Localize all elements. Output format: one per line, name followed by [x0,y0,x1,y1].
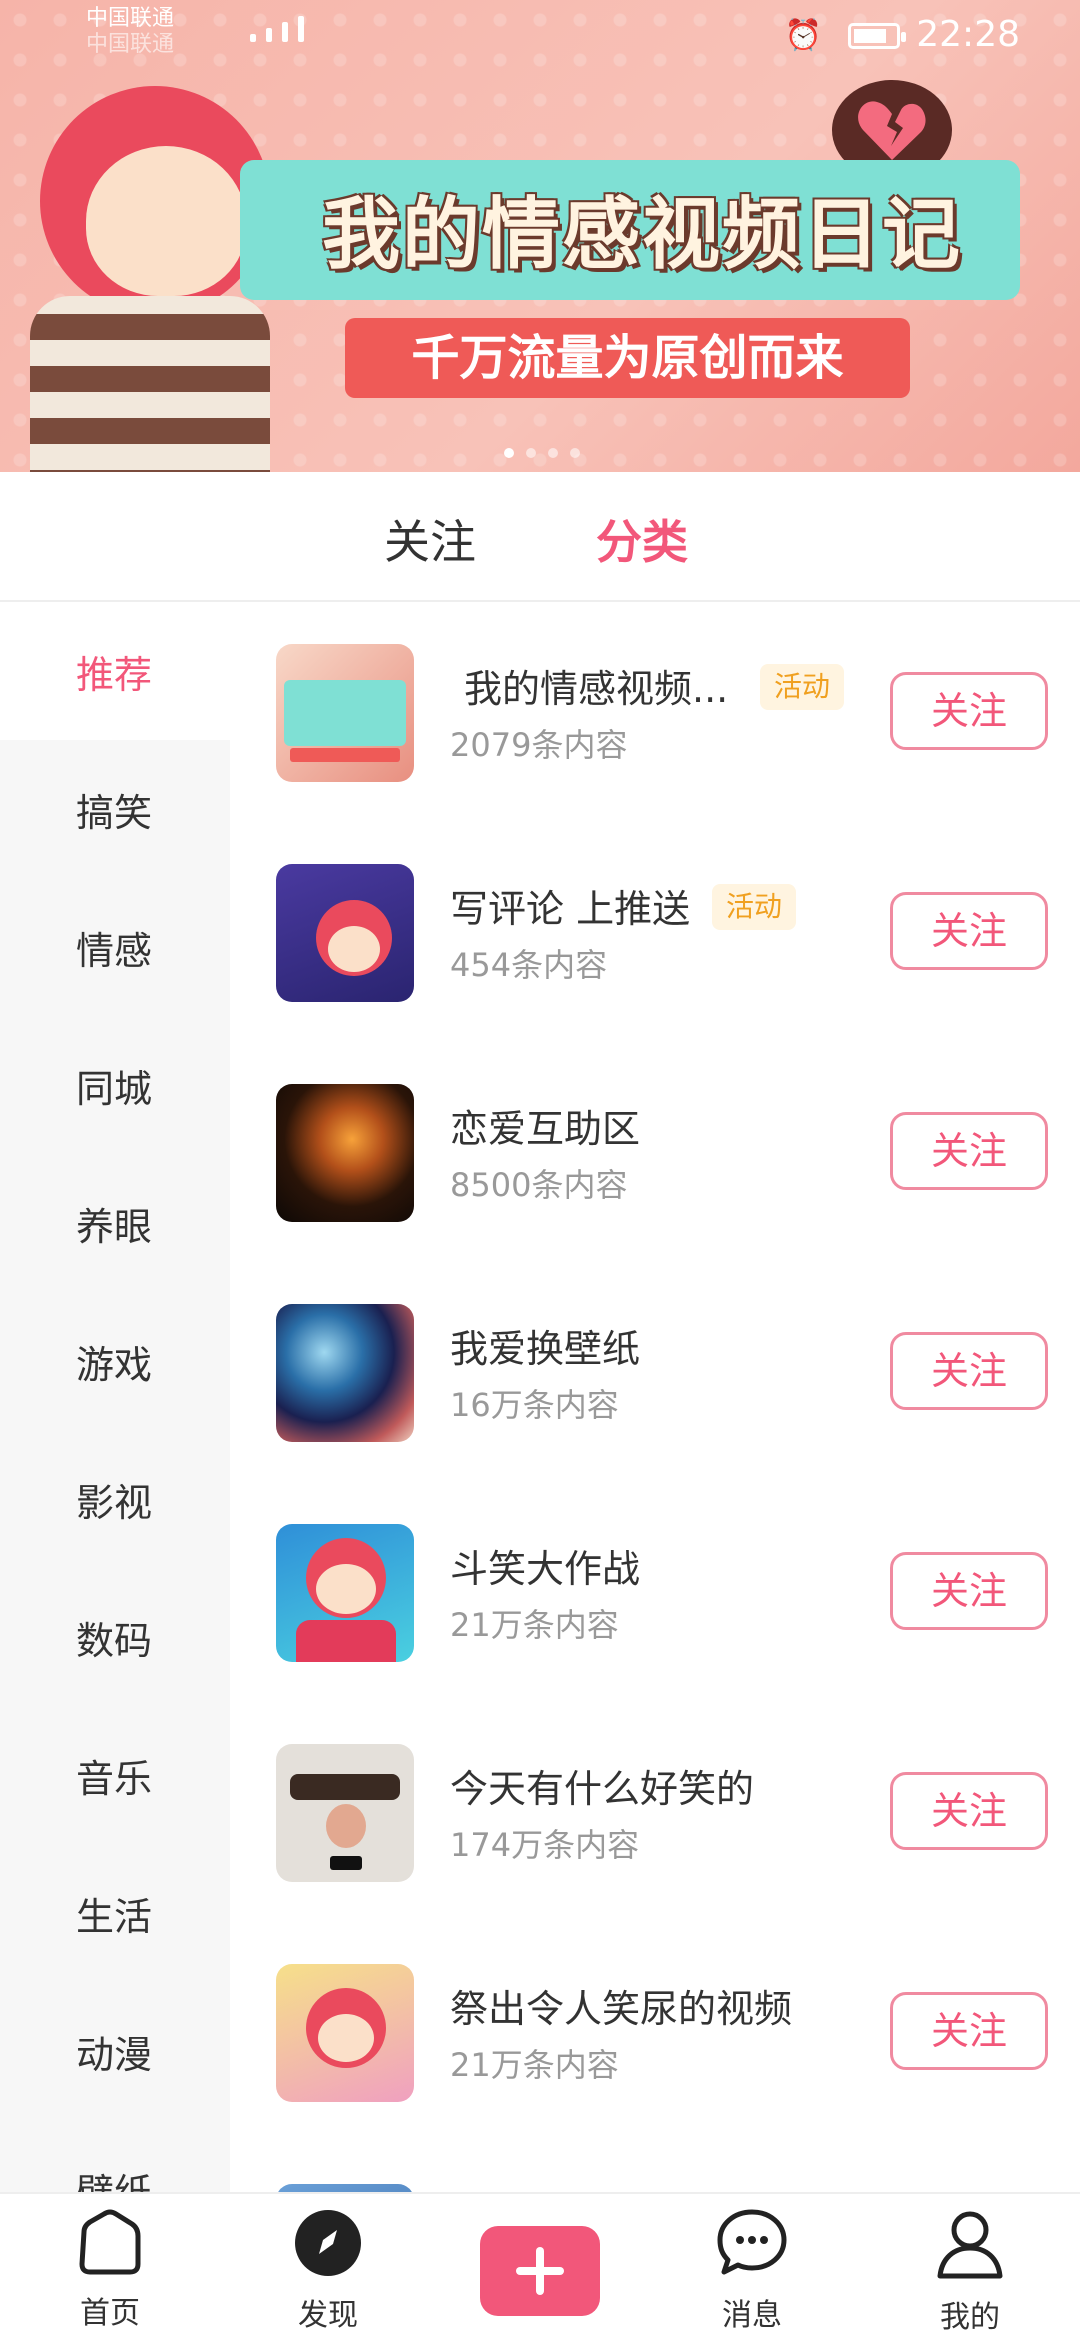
follow-button[interactable]: 关注 [890,892,1048,970]
nav-messages-label: 消息 [722,2298,782,2333]
bottom-navigation: 首页 发现 消息 我的 [0,2192,1080,2342]
nav-discover-label: 发现 [298,2298,358,2333]
compass-icon [295,2210,361,2276]
battery-icon [848,22,906,49]
sidebar-item-music[interactable]: 音乐 [0,1706,230,1844]
list-item-thumbnail [276,864,414,1002]
activity-badge: 活动 [712,884,797,930]
sidebar-item-anime[interactable]: 动漫 [0,1982,230,2120]
list-item-count: 174万条内容 [450,1826,640,1864]
list-item-count: 21万条内容 [450,2046,619,2084]
status-time: 22:28 [916,14,1020,55]
sidebar-item-emotion[interactable]: 情感 [0,878,230,1016]
activity-badge: 活动 [760,664,845,710]
list-item-thumbnail [276,1084,414,1222]
nav-mine-label: 我的 [940,2300,1000,2335]
sidebar-item-wallpaper[interactable]: 壁纸 [0,2120,230,2193]
tab-follow[interactable]: 关注 [384,506,476,572]
category-list: 我的情感视频... 活动 2079条内容 关注 写评论 上推送 活动 454条内… [230,602,1080,2192]
banner-dot [570,448,580,458]
sidebar-item-local[interactable]: 同城 [0,1016,230,1154]
list-item-thumbnail [276,1744,414,1882]
list-item-title: 恋爱互助区 [450,1107,641,1151]
banner-dot [548,448,558,458]
list-item-thumbnail [276,1964,414,2102]
banner-pagination [504,448,580,458]
list-item[interactable]: 写评论 上推送 活动 454条内容 关注 [230,822,1080,1042]
list-item-count: 16万条内容 [450,1386,619,1424]
top-banner[interactable]: 中国联通 中国联通 ⏰ 22:28 我的情感视频日记 千万流量为原创而来 [0,0,1080,472]
top-tabs: 关注 分类 [0,472,1080,602]
alarm-icon: ⏰ [784,18,822,53]
list-item[interactable]: 我爱换壁纸 16万条内容 关注 [230,1262,1080,1482]
sidebar-item-recommend[interactable]: 推荐 [0,602,230,740]
list-item-title: 斗笑大作战 [450,1547,641,1591]
nav-messages[interactable]: 消息 [677,2208,827,2334]
follow-button[interactable]: 关注 [890,1112,1048,1190]
sidebar-item-digital[interactable]: 数码 [0,1568,230,1706]
list-item-count: 8500条内容 [450,1166,628,1204]
sidebar-item-games[interactable]: 游戏 [0,1292,230,1430]
banner-title: 我的情感视频日记 [321,190,962,280]
list-item-title: 祭出令人笑尿的视频 [450,1987,793,2031]
chat-bubble-icon [717,2209,787,2275]
list-item[interactable]: 今天有什么好笑的 174万条内容 关注 [230,1702,1080,1922]
sidebar-item-life[interactable]: 生活 [0,1844,230,1982]
list-item-title: 今天有什么好笑的 [450,1767,755,1811]
follow-button[interactable]: 关注 [890,1772,1048,1850]
home-icon [79,2209,141,2275]
nav-discover[interactable]: 发现 [253,2208,403,2334]
create-post-button[interactable] [480,2226,600,2316]
follow-button[interactable]: 关注 [890,1552,1048,1630]
list-item[interactable]: 祭出令人笑尿的视频 21万条内容 关注 [230,1922,1080,2142]
list-item[interactable] [230,2142,1080,2192]
follow-button[interactable]: 关注 [890,1992,1048,2070]
signal-icon [250,16,304,42]
follow-button[interactable]: 关注 [890,1332,1048,1410]
sidebar-item-eye-candy[interactable]: 养眼 [0,1154,230,1292]
list-item-count: 21万条内容 [450,1606,619,1644]
banner-dot [504,448,514,458]
sidebar-item-movies[interactable]: 影视 [0,1430,230,1568]
list-item-count: 2079条内容 [450,726,628,764]
list-item-thumbnail [276,1304,414,1442]
list-item-thumbnail [276,644,414,782]
list-item-thumbnail [276,2184,414,2192]
list-item-title: 我的情感视频... [464,667,729,711]
nav-home[interactable]: 首页 [35,2208,185,2332]
carrier-label: 中国联通 中国联通 [86,6,175,57]
category-sidebar: 推荐 搞笑 情感 同城 养眼 游戏 影视 数码 音乐 生活 动漫 壁纸 [0,602,230,2192]
system-icons: ⏰ [784,18,906,53]
list-item-title: 写评论 上推送 [450,887,691,931]
tab-category[interactable]: 分类 [596,506,688,572]
list-item[interactable]: 我的情感视频... 活动 2079条内容 关注 [230,602,1080,822]
list-item-count: 454条内容 [450,946,608,984]
banner-subtitle: 千万流量为原创而来 [345,318,910,398]
nav-home-label: 首页 [80,2296,140,2331]
banner-dot [526,448,536,458]
list-item[interactable]: 恋爱互助区 8500条内容 关注 [230,1042,1080,1262]
nav-mine[interactable]: 我的 [895,2208,1045,2336]
user-icon [937,2211,1003,2279]
sidebar-item-funny[interactable]: 搞笑 [0,740,230,878]
list-item-title: 我爱换壁纸 [450,1327,641,1371]
list-item[interactable]: 斗笑大作战 21万条内容 关注 [230,1482,1080,1702]
follow-button[interactable]: 关注 [890,672,1048,750]
list-item-thumbnail [276,1524,414,1662]
